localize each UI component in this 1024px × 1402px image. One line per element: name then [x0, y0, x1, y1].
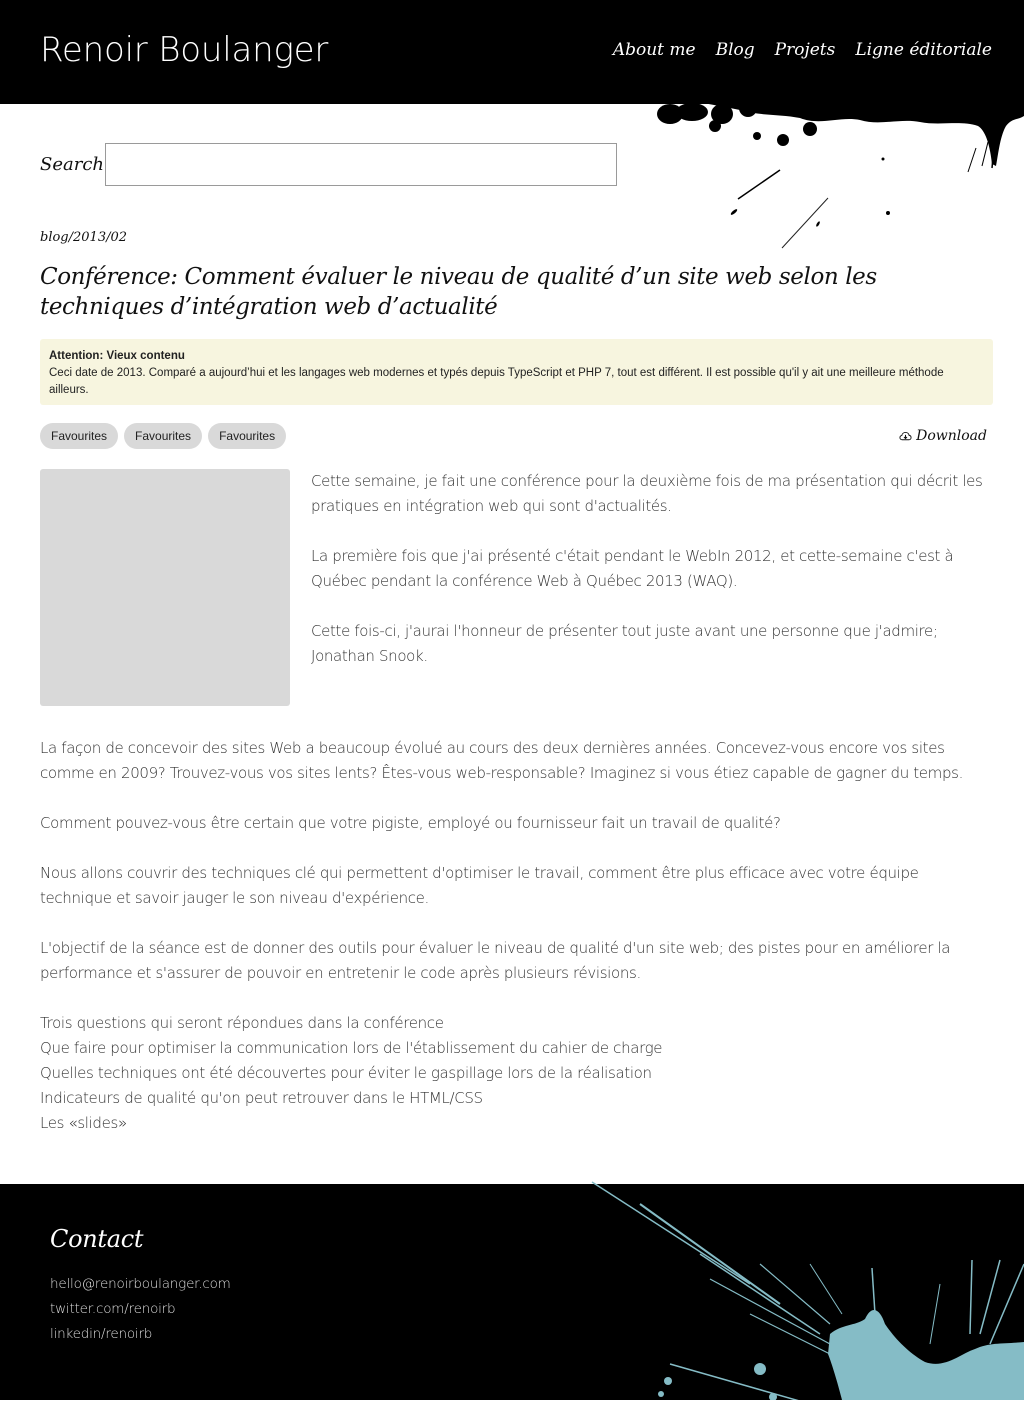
- body-paragraph: L'objectif de la séance est de donner de…: [40, 939, 951, 982]
- site-title-link[interactable]: Renoir Boulanger: [40, 30, 328, 70]
- intro-paragraph: Cette fois-ci, j'aurai l'honneur de prés…: [311, 622, 938, 665]
- tag-list: Favourites Favourites Favourites: [40, 423, 287, 449]
- breadcrumb: blog/2013/02: [40, 230, 984, 245]
- nav-about-me[interactable]: About me: [613, 40, 696, 60]
- search-input[interactable]: [105, 143, 617, 186]
- contact-linkedin-link[interactable]: linkedin/renoirb: [50, 1322, 974, 1347]
- search-label: Search: [40, 154, 104, 175]
- notice-text: Ceci date de 2013. Comparé a aujourd’hui…: [49, 367, 944, 396]
- intro-paragraph: Cette semaine, je fait une conférence po…: [311, 472, 983, 515]
- tag-favourites[interactable]: Favourites: [40, 423, 119, 449]
- post-body: La façon de concevoir des sites Web a be…: [40, 736, 984, 1136]
- post-title: Conférence: Comment évaluer le niveau de…: [40, 264, 877, 320]
- post-image-placeholder: [40, 469, 290, 706]
- notice-title: Attention: Vieux contenu: [49, 350, 185, 362]
- footer-wrap: Contact hello@renoirboulanger.com twitte…: [0, 1181, 1024, 1400]
- download-link[interactable]: Download: [899, 428, 987, 444]
- list-line: Que faire pour optimiser la communicatio…: [40, 1039, 663, 1057]
- body-paragraph: La façon de concevoir des sites Web a be…: [40, 739, 963, 782]
- questions-list: Trois questions qui seront répondues dan…: [40, 1011, 984, 1136]
- site-footer: Contact hello@renoirboulanger.com twitte…: [0, 1184, 1024, 1400]
- main-nav: About me Blog Projets Ligne éditoriale: [613, 40, 992, 60]
- post-meta-row: Favourites Favourites Favourites Downloa…: [40, 423, 987, 449]
- list-line: Les «slides»: [40, 1114, 127, 1132]
- nav-ligne-editoriale[interactable]: Ligne éditoriale: [855, 40, 992, 60]
- tag-favourites[interactable]: Favourites: [124, 423, 203, 449]
- old-content-notice: Attention: Vieux contenu Ceci date de 20…: [40, 339, 993, 405]
- body-paragraph: Comment pouvez-vous être certain que vot…: [40, 814, 781, 832]
- list-line: Quelles techniques ont été découvertes p…: [40, 1064, 652, 1082]
- intro-text: Cette semaine, je fait une conférence po…: [311, 469, 993, 706]
- contact-email-link[interactable]: hello@renoirboulanger.com: [50, 1272, 974, 1297]
- intro-paragraph: La première fois que j'ai présenté c'éta…: [311, 547, 954, 590]
- body-paragraph: Nous allons couvrir des techniques clé q…: [40, 864, 919, 907]
- list-line: Indicateurs de qualité qu'on peut retrou…: [40, 1089, 483, 1107]
- site-header: Renoir Boulanger About me Blog Projets L…: [0, 0, 1024, 104]
- cloud-download-icon: [899, 431, 912, 440]
- contact-twitter-link[interactable]: twitter.com/renoirb: [50, 1297, 974, 1322]
- list-line: Trois questions qui seront répondues dan…: [40, 1014, 444, 1032]
- nav-blog[interactable]: Blog: [716, 40, 755, 60]
- tag-favourites[interactable]: Favourites: [208, 423, 287, 449]
- download-label: Download: [916, 428, 987, 444]
- nav-projets[interactable]: Projets: [775, 40, 836, 60]
- footer-title: Contact: [50, 1225, 144, 1253]
- breadcrumb-link[interactable]: blog/2013/02: [40, 230, 127, 245]
- contact-links: hello@renoirboulanger.com twitter.com/re…: [50, 1272, 974, 1347]
- post-intro: Cette semaine, je fait une conférence po…: [40, 469, 993, 706]
- search-row: Search: [0, 143, 1024, 186]
